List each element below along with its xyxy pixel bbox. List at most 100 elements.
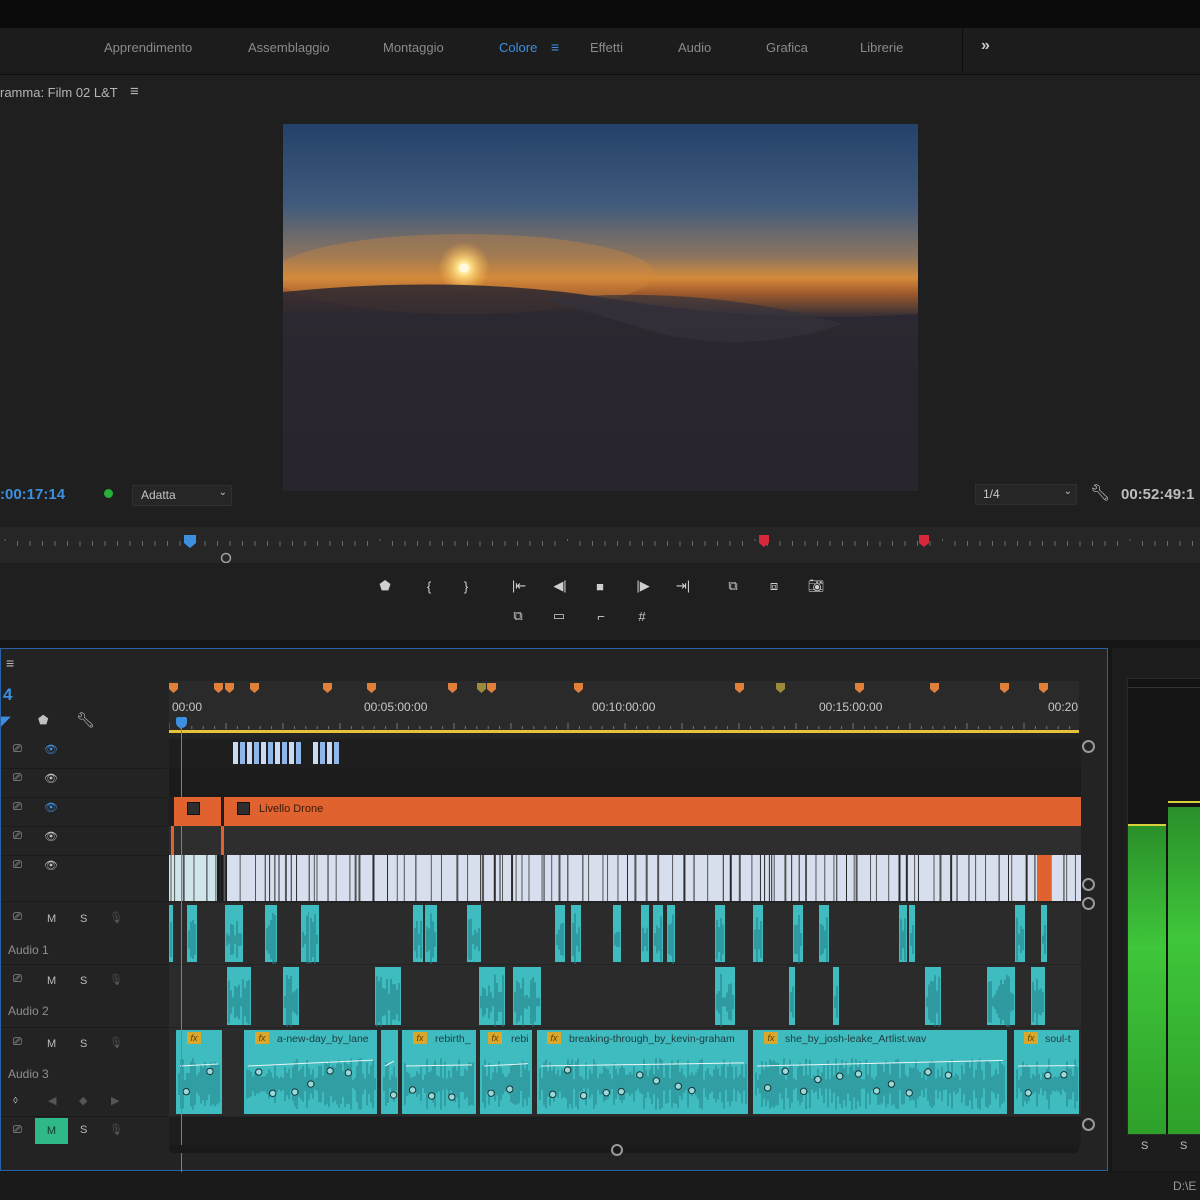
solo-right-button[interactable]: S bbox=[1180, 1140, 1187, 1152]
solo-button[interactable]: S bbox=[80, 1124, 87, 1136]
solo-button[interactable]: S bbox=[80, 975, 87, 987]
monitor-title[interactable]: ramma: Film 02 L&T bbox=[0, 85, 118, 100]
audio-clip-2[interactable]: fx rebirth_ bbox=[402, 1030, 478, 1050]
playhead-handle[interactable] bbox=[176, 717, 187, 728]
step-back-icon[interactable]: ◀| bbox=[549, 575, 571, 597]
video-track-2[interactable] bbox=[169, 826, 1081, 855]
eye-icon[interactable]: 👁︎ bbox=[44, 830, 58, 843]
track-name-audio2[interactable]: Audio 2 bbox=[8, 1004, 49, 1018]
workspace-tab-grafica[interactable]: Grafica bbox=[766, 40, 808, 55]
audio-track-1[interactable] bbox=[169, 903, 1081, 967]
track-name-audio1[interactable]: Audio 1 bbox=[8, 943, 49, 957]
microphone-icon[interactable]: 🎙︎ bbox=[109, 911, 123, 924]
audio-clip-5[interactable]: fx she_by_josh-leake_Artlist.wav bbox=[753, 1030, 1009, 1050]
toggle-sync-icon[interactable]: ⎚ bbox=[13, 859, 22, 872]
toggle-sync-icon[interactable]: ⎚ bbox=[13, 772, 22, 785]
clip-edge[interactable] bbox=[171, 826, 174, 855]
next-keyframe-icon[interactable]: ▶ bbox=[111, 1094, 119, 1107]
workspace-tab-montaggio[interactable]: Montaggio bbox=[383, 40, 444, 55]
eye-icon[interactable]: 👁︎ bbox=[44, 859, 58, 872]
snap-icon[interactable]: ◤ bbox=[1, 713, 11, 729]
solo-button[interactable]: S bbox=[80, 1038, 87, 1050]
audio-clip-0[interactable]: fx bbox=[176, 1030, 224, 1120]
camera-icon[interactable]: 📷︎ bbox=[805, 575, 827, 597]
step-forward-icon[interactable]: |▶ bbox=[632, 575, 654, 597]
track-name-audio3[interactable]: Audio 3 bbox=[8, 1067, 49, 1081]
mute-button[interactable]: M bbox=[47, 975, 56, 987]
toggle-sync-icon[interactable]: ⎚ bbox=[13, 1036, 22, 1049]
eye-off-icon[interactable]: 👁︎ bbox=[44, 801, 58, 814]
workspace-tab-assemblaggio[interactable]: Assemblaggio bbox=[248, 40, 330, 55]
panel-menu-icon[interactable]: ≡ bbox=[6, 655, 14, 671]
horizontal-scrollbar[interactable] bbox=[169, 1145, 1079, 1153]
eye-icon[interactable]: 👁︎ bbox=[44, 772, 58, 785]
wrench-icon[interactable]: 🔧︎ bbox=[1090, 483, 1110, 503]
comparison-view-icon[interactable]: ⧉ bbox=[507, 605, 529, 627]
audio-clip-3[interactable]: fx rebi bbox=[480, 1030, 534, 1050]
workspace-menu-icon[interactable]: ≡ bbox=[551, 39, 559, 55]
workspace-tab-apprendimento[interactable]: Apprendimento bbox=[104, 40, 192, 55]
audio-clip-6[interactable]: fx soul-t bbox=[1014, 1030, 1081, 1050]
grid-icon[interactable]: # bbox=[631, 605, 653, 627]
monitor-time-ruler[interactable] bbox=[0, 527, 1200, 564]
zoom-dropdown[interactable]: Adatta ⌄ bbox=[132, 485, 232, 506]
track-area[interactable]: Livello Drone fx fx a-new-day_by_lane fx… bbox=[169, 739, 1081, 1159]
audio-track-3[interactable]: fx fx a-new-day_by_lane fx rebirth_ fx r… bbox=[169, 1028, 1081, 1116]
overflow-icon[interactable]: » bbox=[981, 37, 990, 55]
scrollbar-handle[interactable] bbox=[1082, 897, 1095, 910]
add-keyframe-icon[interactable]: ◆ bbox=[79, 1094, 87, 1107]
toggle-sync-icon[interactable]: ⎚ bbox=[13, 1124, 22, 1137]
safe-margins-icon[interactable]: ▭ bbox=[548, 605, 570, 627]
prev-keyframe-icon[interactable]: ◀ bbox=[48, 1094, 56, 1107]
microphone-icon[interactable]: 🎙︎ bbox=[109, 1123, 123, 1136]
panel-menu-icon[interactable]: ≡ bbox=[130, 83, 139, 100]
add-marker-icon[interactable]: ⬟ bbox=[374, 575, 396, 597]
workspace-tab-effetti[interactable]: Effetti bbox=[590, 40, 623, 55]
audio-track-2[interactable] bbox=[169, 965, 1081, 1030]
mark-in-icon[interactable]: { bbox=[418, 575, 440, 597]
marker-icon[interactable]: ⬟ bbox=[38, 713, 48, 727]
drone-clip[interactable]: Livello Drone bbox=[224, 797, 1081, 826]
toggle-sync-icon[interactable]: ⎚ bbox=[13, 973, 22, 986]
scrollbar-handle[interactable] bbox=[1082, 878, 1095, 891]
audio-clip-1[interactable]: fx a-new-day_by_lane bbox=[244, 1030, 379, 1050]
timeline-ruler[interactable]: 00:00 00:05:00:00 00:10:00:00 00:15:00:0… bbox=[168, 681, 1079, 733]
scrollbar-handle[interactable] bbox=[1082, 740, 1095, 753]
resolution-dropdown[interactable]: 1/4 ⌄ bbox=[975, 484, 1077, 505]
lift-icon[interactable]: ⧉ bbox=[722, 575, 744, 597]
trim-icon[interactable]: ⌐ bbox=[590, 605, 612, 627]
go-to-in-icon[interactable]: |⇤ bbox=[508, 575, 530, 597]
audio-track-4[interactable] bbox=[169, 1117, 1081, 1147]
mute-button-active[interactable]: M bbox=[35, 1118, 68, 1144]
solo-left-button[interactable]: S bbox=[1141, 1140, 1148, 1152]
go-to-out-icon[interactable]: ⇥| bbox=[672, 575, 694, 597]
wrench-icon[interactable]: 🔧︎ bbox=[76, 711, 95, 729]
video-track-3[interactable]: Livello Drone bbox=[169, 797, 1081, 826]
scrollbar-handle[interactable] bbox=[1082, 1118, 1095, 1131]
keyframe-icon[interactable]: ⬨ bbox=[13, 1094, 18, 1107]
stop-icon[interactable]: ■ bbox=[589, 575, 611, 597]
microphone-icon[interactable]: 🎙︎ bbox=[109, 973, 123, 986]
video-track-4[interactable] bbox=[169, 768, 1081, 797]
solo-button[interactable]: S bbox=[80, 913, 87, 925]
toggle-sync-icon[interactable]: ⎚ bbox=[13, 801, 22, 814]
mute-button[interactable]: M bbox=[47, 913, 56, 925]
microphone-icon[interactable]: 🎙︎ bbox=[109, 1036, 123, 1049]
workspace-tab-audio[interactable]: Audio bbox=[678, 40, 711, 55]
eye-off-icon[interactable]: 👁︎ bbox=[44, 743, 58, 756]
workspace-tab-colore[interactable]: Colore bbox=[499, 40, 537, 55]
video-track-5[interactable] bbox=[169, 739, 1081, 768]
current-timecode[interactable]: :00:17:14 bbox=[0, 486, 65, 503]
toggle-sync-icon[interactable]: ⎚ bbox=[13, 830, 22, 843]
scrollbar-thumb[interactable] bbox=[611, 1144, 623, 1156]
mute-button[interactable]: M bbox=[47, 1038, 56, 1050]
video-track-1[interactable] bbox=[169, 855, 1081, 901]
mark-out-icon[interactable]: } bbox=[455, 575, 477, 597]
workspace-tab-librerie[interactable]: Librerie bbox=[860, 40, 903, 55]
playhead[interactable] bbox=[181, 719, 182, 1174]
clip-edge[interactable] bbox=[221, 826, 224, 855]
extract-icon[interactable]: ⧈ bbox=[763, 575, 785, 597]
toggle-sync-icon[interactable]: ⎚ bbox=[13, 743, 22, 756]
toggle-sync-icon[interactable]: ⎚ bbox=[13, 911, 22, 924]
audio-clip-4[interactable]: fx breaking-through_by_kevin-graham bbox=[537, 1030, 750, 1050]
